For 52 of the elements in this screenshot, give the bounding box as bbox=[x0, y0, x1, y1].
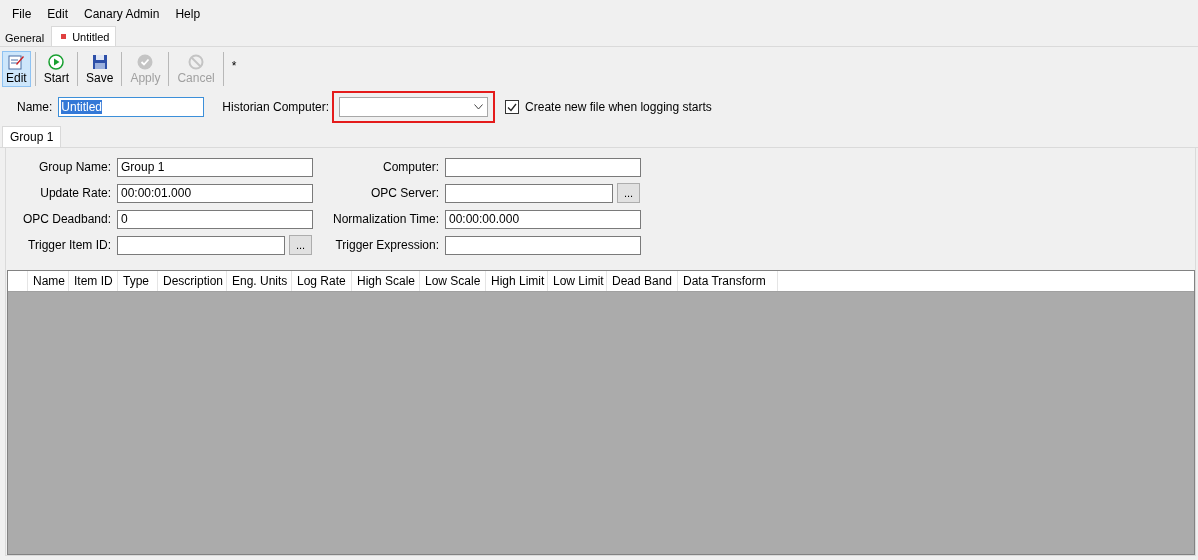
name-field[interactable]: Untitled bbox=[58, 97, 205, 117]
column-header[interactable]: Dead Band bbox=[607, 271, 678, 291]
field-label: Computer: bbox=[381, 160, 439, 174]
document-tab[interactable]: Untitled bbox=[51, 26, 117, 46]
chevron-icon bbox=[474, 104, 484, 110]
column-header[interactable]: Eng. Units bbox=[227, 271, 292, 291]
field-label: Group Name: bbox=[37, 160, 111, 174]
checkbox-label: Create new file when logging starts bbox=[525, 100, 712, 114]
field-label: Historian Computer: bbox=[222, 100, 330, 114]
text-field[interactable]: 0 bbox=[117, 209, 313, 229]
browse-button[interactable]: ... bbox=[289, 235, 312, 255]
text-field[interactable] bbox=[445, 157, 641, 177]
modified-mark: * bbox=[231, 59, 237, 73]
text-field[interactable]: 00:00:00.000 bbox=[445, 209, 641, 229]
field-label: OPC Server: bbox=[370, 186, 439, 200]
text-field[interactable]: 00:00:01.000 bbox=[117, 183, 313, 203]
toolbar-button[interactable]: Save bbox=[82, 51, 118, 87]
browse-button[interactable]: ... bbox=[617, 183, 640, 203]
checkbox[interactable] bbox=[505, 100, 520, 114]
field-label: Update Rate: bbox=[39, 186, 111, 200]
field-label: Trigger Expression: bbox=[334, 238, 439, 252]
menu-item[interactable]: Help bbox=[167, 6, 209, 21]
cancel-icon bbox=[188, 54, 205, 70]
menu-item[interactable]: Edit bbox=[39, 6, 77, 21]
play-icon bbox=[48, 54, 65, 70]
column-header[interactable]: Type bbox=[118, 271, 158, 291]
field-label: Trigger Item ID: bbox=[27, 238, 111, 252]
toolbar-button[interactable]: Edit bbox=[2, 51, 31, 87]
text-field[interactable] bbox=[117, 235, 285, 255]
column-header[interactable]: Item ID bbox=[69, 271, 118, 291]
check-icon bbox=[137, 54, 154, 70]
column-header[interactable]: High Limit bbox=[486, 271, 548, 291]
group-tab[interactable]: Group 1 bbox=[2, 126, 62, 147]
column-header[interactable]: Low Limit bbox=[548, 271, 607, 291]
menu-item[interactable]: Canary Admin bbox=[76, 6, 168, 21]
text-field[interactable] bbox=[445, 183, 613, 203]
toolbar-button[interactable]: Start bbox=[39, 51, 74, 87]
column-header[interactable]: Description bbox=[158, 271, 227, 291]
field-label: OPC Deadband: bbox=[21, 212, 111, 226]
save-icon bbox=[91, 54, 108, 70]
column-header[interactable]: Data Transform bbox=[678, 271, 778, 291]
field-label: Name: bbox=[17, 100, 53, 114]
column-header[interactable]: Name bbox=[28, 271, 69, 291]
field-label: Normalization Time: bbox=[331, 212, 439, 226]
text-field[interactable]: Group 1 bbox=[117, 157, 313, 177]
column-header[interactable]: Low Scale bbox=[420, 271, 486, 291]
historian-dropdown[interactable] bbox=[339, 97, 489, 117]
text-field[interactable] bbox=[445, 235, 641, 255]
menu-item[interactable]: File bbox=[4, 6, 40, 21]
column-header[interactable]: Log Rate bbox=[292, 271, 352, 291]
edit-icon bbox=[8, 54, 25, 70]
column-header[interactable]: High Scale bbox=[352, 271, 420, 291]
